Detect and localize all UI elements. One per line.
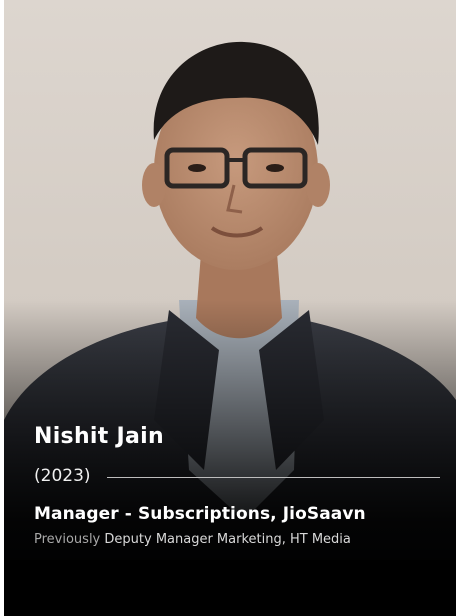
previous-role: Deputy Manager Marketing, HT Media [104,532,351,547]
previous-role-line: Previously Deputy Manager Marketing, HT … [34,532,351,547]
year-row: (2023) [34,463,440,489]
previous-label: Previously [34,532,101,547]
profile-name: Nishit Jain [34,424,164,449]
current-role: Manager - Subscriptions, JioSaavn [34,504,366,524]
profile-year: (2023) [34,466,91,486]
profile-info: Nishit Jain (2023) Manager - Subscriptio… [4,0,456,616]
divider-line [106,476,440,478]
profile-card[interactable]: Nishit Jain (2023) Manager - Subscriptio… [4,0,456,616]
